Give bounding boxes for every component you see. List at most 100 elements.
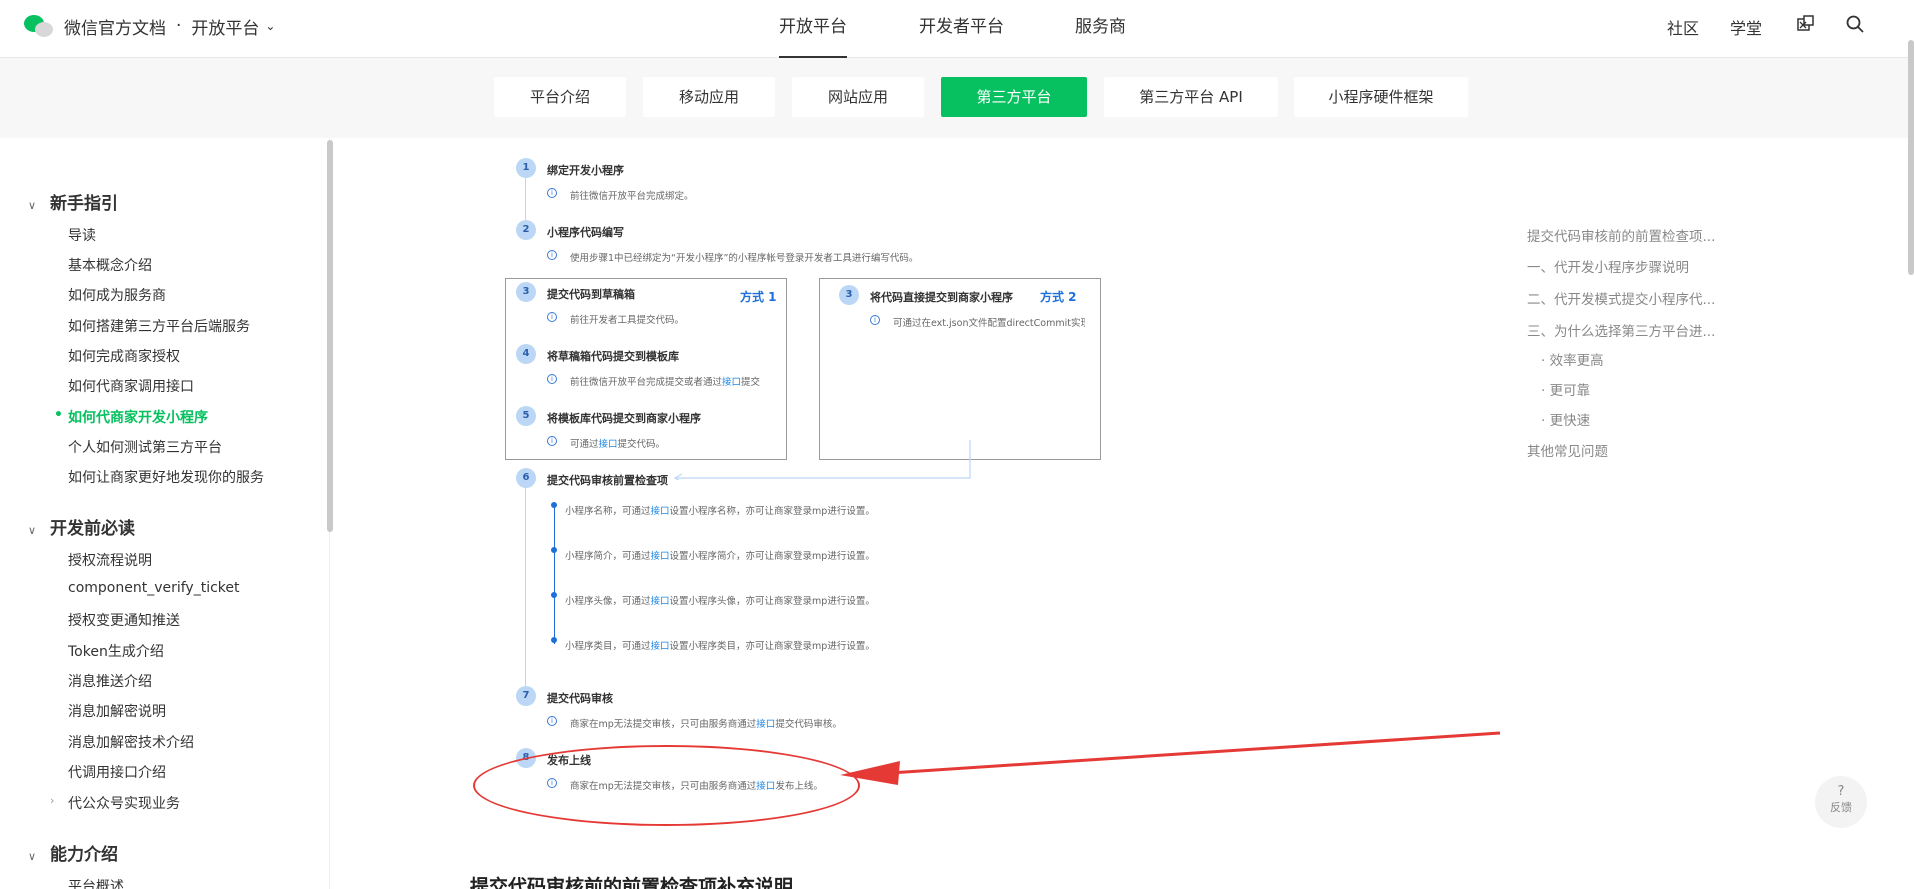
api-link[interactable]: 接口 — [651, 506, 670, 517]
platform-switch[interactable]: 开放平台 — [191, 14, 259, 39]
info-icon: i — [547, 188, 557, 198]
sidebar-item[interactable]: 消息加解密技术介绍 — [68, 732, 194, 752]
step-title: 提交代码到草稿箱 — [547, 288, 635, 301]
api-link[interactable]: 接口 — [756, 719, 775, 730]
search-icon[interactable] — [1845, 14, 1865, 38]
step-title: 将草稿箱代码提交到模板库 — [547, 350, 679, 363]
sidebar-item[interactable]: 平台概述 — [68, 876, 124, 889]
check-item: 小程序名称，可通过接口设置小程序名称，亦可让商家登录mp进行设置。 — [565, 506, 875, 517]
nav-tab-open-platform[interactable]: 开放平台 — [779, 0, 847, 58]
toc-subitem[interactable]: · 效率更高 — [1541, 349, 1604, 369]
step-desc: 使用步骤1中已经绑定为“开发小程序”的小程序帐号登录开发者工具进行编写代码。 — [570, 253, 919, 264]
step-desc: 商家在mp无法提交审核，只可由服务商通过接口提交代码审核。 — [570, 719, 842, 730]
check-item: 小程序头像，可通过接口设置小程序头像，亦可让商家登录mp进行设置。 — [565, 596, 875, 607]
subtab-mobile-app[interactable]: 移动应用 — [643, 77, 775, 117]
subtab-third-party-api[interactable]: 第三方平台 API — [1104, 77, 1278, 117]
api-link[interactable]: 接口 — [651, 551, 670, 562]
api-link[interactable]: 接口 — [722, 377, 741, 388]
check-line — [554, 504, 555, 644]
step-number: 7 — [516, 686, 536, 706]
chevron-right-icon: › — [50, 794, 55, 807]
step-desc: 可通过在ext.json文件配置directCommit实现 — [893, 318, 1085, 329]
step-desc: 前往微信开放平台完成提交或者通过接口提交 — [570, 377, 761, 388]
nav-tab-service-provider[interactable]: 服务商 — [1075, 0, 1126, 58]
info-icon: i — [547, 374, 557, 384]
annotation-arrow — [840, 731, 1501, 785]
sidebar-scrollbar[interactable] — [327, 140, 333, 532]
toc-item[interactable]: 一、代开发小程序步骤说明 — [1527, 256, 1689, 276]
api-link[interactable]: 接口 — [651, 596, 670, 607]
toc-item[interactable]: 二、代开发模式提交小程序代... — [1527, 288, 1715, 308]
step-number: 4 — [516, 344, 536, 364]
toc-subitem[interactable]: · 更快速 — [1541, 409, 1590, 429]
step-desc: 前往开发者工具提交代码。 — [570, 315, 685, 326]
api-link[interactable]: 接口 — [599, 439, 618, 450]
sidebar-item[interactable]: 消息加解密说明 — [68, 701, 166, 721]
toc-item[interactable]: 其他常见问题 — [1527, 440, 1608, 460]
merge-arrow — [673, 440, 971, 480]
step-desc: 前往微信开放平台完成绑定。 — [570, 191, 694, 202]
step-number: 6 — [516, 468, 536, 488]
sub-tab-bar: 平台介绍 移动应用 网站应用 第三方平台 第三方平台 API 小程序硬件框架 — [0, 58, 1914, 138]
active-bullet-icon: • — [54, 407, 63, 423]
step-title: 绑定开发小程序 — [547, 164, 624, 177]
method2-box — [819, 278, 1101, 460]
sidebar-item[interactable]: 授权变更通知推送 — [68, 610, 180, 630]
sidebar-item-active[interactable]: • 如何代商家开发小程序 — [54, 407, 208, 427]
sidebar-item[interactable]: Token生成介绍 — [68, 641, 164, 661]
step-title: 将代码直接提交到商家小程序 — [870, 291, 1013, 304]
method2-label: 方式 2 — [1040, 290, 1077, 304]
annotation-ellipse — [473, 745, 860, 826]
translate-icon[interactable] — [1796, 14, 1816, 38]
info-icon: i — [547, 716, 557, 726]
sidebar-item[interactable]: 授权流程说明 — [68, 550, 152, 570]
sidebar-item[interactable]: 如何代商家调用接口 — [68, 376, 194, 396]
section-heading: 提交代码审核前的前置检查项补充说明 — [470, 876, 794, 889]
nav-community[interactable]: 社区 — [1667, 15, 1699, 39]
sidebar-item-collapsible[interactable]: › 代公众号实现业务 — [50, 793, 180, 813]
brand-title: 微信官方文档 — [64, 18, 166, 39]
chevron-down-icon: ∨ — [28, 524, 37, 537]
sidebar-section-capabilities[interactable]: ∨ 能力介绍 — [28, 840, 118, 865]
sidebar-item[interactable]: 如何搭建第三方平台后端服务 — [68, 316, 250, 336]
chevron-down-icon: ∨ — [28, 850, 37, 863]
api-link[interactable]: 接口 — [651, 641, 670, 652]
toc-subitem[interactable]: · 更可靠 — [1541, 379, 1590, 399]
brand[interactable]: 微信官方文档 · 开放平台 ⌄ — [24, 12, 275, 40]
feedback-button[interactable]: ? 反馈 — [1815, 776, 1867, 828]
brand-separator: · — [176, 16, 182, 36]
sidebar-item[interactable]: 消息推送介绍 — [68, 671, 152, 691]
sidebar-item[interactable]: component_verify_ticket — [68, 580, 240, 596]
nav-academy[interactable]: 学堂 — [1730, 15, 1762, 39]
sidebar-section-beginner[interactable]: ∨ 新手指引 — [28, 189, 118, 214]
nav-tab-developer-platform[interactable]: 开发者平台 — [919, 0, 1004, 58]
step-title: 提交代码审核 — [547, 692, 613, 705]
sidebar-item[interactable]: 个人如何测试第三方平台 — [68, 437, 222, 457]
sidebar-item[interactable]: 如何成为服务商 — [68, 285, 166, 305]
sidebar-item[interactable]: 如何让商家更好地发现你的服务 — [68, 467, 264, 487]
info-icon: i — [870, 315, 880, 325]
sidebar-item[interactable]: 如何完成商家授权 — [68, 346, 180, 366]
toc-item[interactable]: 三、为什么选择第三方平台进... — [1527, 320, 1715, 340]
subtab-third-party-platform[interactable]: 第三方平台 — [941, 77, 1087, 117]
wechat-logo-icon — [24, 13, 54, 39]
check-bullet — [551, 547, 557, 553]
check-bullet — [551, 502, 557, 508]
check-bullet — [551, 592, 557, 598]
subtab-website-app[interactable]: 网站应用 — [792, 77, 924, 117]
step-title: 小程序代码编写 — [547, 226, 624, 239]
toc-item[interactable]: 提交代码审核前的前置检查项... — [1527, 225, 1715, 245]
page-scrollbar[interactable] — [1908, 40, 1914, 275]
sidebar-item[interactable]: 导读 — [68, 225, 96, 245]
sidebar-section-pre-dev[interactable]: ∨ 开发前必读 — [28, 514, 135, 539]
subtab-platform-intro[interactable]: 平台介绍 — [494, 77, 626, 117]
chevron-down-icon[interactable]: ⌄ — [265, 19, 275, 33]
sidebar-item[interactable]: 代调用接口介绍 — [68, 762, 166, 782]
subtab-hardware-framework[interactable]: 小程序硬件框架 — [1294, 77, 1468, 117]
sidebar-item[interactable]: 基本概念介绍 — [68, 255, 152, 275]
method1-label: 方式 1 — [740, 290, 777, 304]
method1-box — [505, 278, 787, 460]
check-bullet — [551, 637, 557, 643]
step-desc: 可通过接口提交代码。 — [570, 439, 666, 450]
info-icon: i — [547, 250, 557, 260]
